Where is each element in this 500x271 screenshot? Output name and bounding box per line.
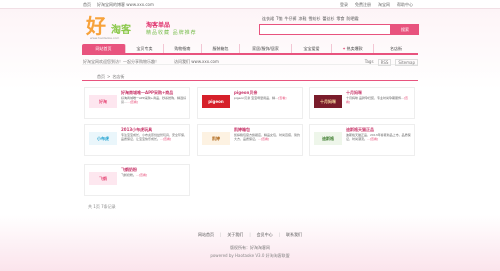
top-home-link[interactable]: 首页 <box>83 2 91 8</box>
nav-item-brand-street[interactable]: 名店街 <box>374 44 418 53</box>
footer-link-about[interactable]: 关于我们 <box>227 232 243 238</box>
nav-item-home-living[interactable]: 家居/服饰/居家 <box>240 44 292 53</box>
nav-item-products[interactable]: 宝贝专卖 <box>126 44 164 53</box>
shop-desc-text: 飞鹤奶粉。 <box>121 173 137 177</box>
shop-card[interactable]: 小布虎 2013小布虎玩具 专注宝宝成长，小布虎原创益智玩具，安全环保，品质保证… <box>84 124 190 156</box>
hot-keyword[interactable]: 连衣裙 <box>262 16 274 22</box>
notice-link[interactable]: 访问我们 www.xxx.com <box>174 59 219 65</box>
nav-item-hot-sale[interactable]: ✦热卖爆款 <box>332 44 374 53</box>
breadcrumb-separator: > <box>107 74 111 79</box>
shop-logo[interactable]: 迪斯格 <box>314 132 342 145</box>
hot-keyword[interactable]: 牛仔裤 <box>284 16 296 22</box>
search-bar: 搜索 <box>259 24 419 35</box>
top-link-help[interactable]: 帮助中心 <box>397 2 413 8</box>
main-nav: 网站首页 宝贝专卖 购物指南 服装箱包 家居/服饰/居家 宝宝爱爱 ✦热卖爆款 … <box>82 44 418 55</box>
logo-char: 好 <box>86 14 106 38</box>
hot-keyword[interactable]: 凉鞋 <box>298 16 306 22</box>
sitemap-button[interactable]: Sitemap <box>395 59 418 66</box>
shop-card[interactable]: 凯婷 凯婷箱包 凯婷箱包官方旗舰店，精品女包，时尚百搭，简约大方，品质保证。..… <box>197 124 303 156</box>
nav-item-baby[interactable]: 宝宝爱爱 <box>292 44 332 53</box>
shop-card[interactable]: 迪斯格 迪斯格天猫正品 迪斯格天猫正品，2013年春夏新品上市，品质保证，时尚潮… <box>309 124 415 156</box>
hot-icon: ✦ <box>342 46 346 51</box>
logo-url: www.haotaoke.com <box>90 36 120 40</box>
footer-separator: | <box>219 232 222 237</box>
shop-logo[interactable]: 飞鹤 <box>89 172 117 185</box>
shop-desc: 凯婷箱包官方旗舰店，精品女包，时尚百搭，简约大方，品质保证。...[查看] <box>234 133 300 150</box>
breadcrumb: 首页 > 名店街 <box>82 72 418 81</box>
hot-keyword[interactable]: 蕾丝衫 <box>322 16 334 22</box>
footer-link-contact[interactable]: 联系我们 <box>286 232 302 238</box>
shop-more-link[interactable]: ...[查看] <box>136 173 147 177</box>
shop-more-link[interactable]: ...[查看] <box>160 137 171 141</box>
nav-item-home[interactable]: 网站首页 <box>82 44 126 53</box>
notice-bar: 好淘宝网欢迎您到访！一起分享购物乐趣！ 访问我们 www.xxx.com Tag… <box>82 58 418 66</box>
footer-powered: powered by Haotaoke V3.0 好淘淘客联盟 <box>210 253 290 258</box>
search-input[interactable] <box>259 24 391 35</box>
footer-link-member[interactable]: 会员中心 <box>257 232 273 238</box>
notice-text: 好淘宝网欢迎您到访！一起分享购物乐趣！ <box>83 59 159 64</box>
breadcrumb-home[interactable]: 首页 <box>97 74 105 79</box>
nav-item-guide[interactable]: 购物指南 <box>164 44 202 53</box>
site-logo[interactable]: 好 淘客 淘客单品 精品收藏 品牌推荐 www.haotaoke.com <box>86 15 232 43</box>
shop-desc: pigeon贝亲 宝宝母婴用品，精...[查看] <box>234 96 300 113</box>
hot-keyword[interactable]: 防晒霜 <box>346 16 358 22</box>
shop-desc: 十月妈咪 品牌孕妇装，专业时尚孕期服饰...[查看] <box>346 96 412 113</box>
logo-brand: 淘客单品 <box>146 22 171 29</box>
top-link-taobao[interactable]: 淘宝网 <box>378 2 390 8</box>
shop-card[interactable]: 好淘 好淘商城唯一APP采购+商品 好淘商城唯一APP采购+商品，秒杀抢购，精选… <box>84 87 190 119</box>
nav-item-bags[interactable]: 服装箱包 <box>202 44 240 53</box>
top-link-register[interactable]: 免费注册 <box>355 2 371 8</box>
search-button[interactable]: 搜索 <box>391 24 419 35</box>
shop-desc: 迪斯格天猫正品，2013年春夏新品上市，品质保证，时尚潮流。...[查看] <box>346 133 412 150</box>
tags-link[interactable]: Tags <box>365 59 374 66</box>
hot-keyword[interactable]: 零食 <box>336 16 344 22</box>
logo-tao: 淘客 <box>111 25 131 36</box>
shop-more-link[interactable]: ...[查看] <box>367 137 378 141</box>
shop-desc-text: 十月妈咪 品牌孕妇装，专业时尚孕期服饰... <box>346 96 404 100</box>
top-link-login[interactable]: 登录 <box>340 2 348 8</box>
shop-desc-text: 迪斯格天猫正品，2013年春夏新品上市，品质保证，时尚潮流。 <box>346 133 411 141</box>
shop-desc-text: pigeon贝亲 宝宝母婴用品，精... <box>234 96 279 100</box>
top-slogan: 好淘宝网的博客 www.xxx.com <box>97 2 154 7</box>
logo-tagline: 精品收藏 品牌推荐 <box>146 30 197 36</box>
shop-logo[interactable]: 小布虎 <box>89 132 117 145</box>
shop-card[interactable]: pigeon pigeon贝亲 pigeon贝亲 宝宝母婴用品，精...[查看] <box>197 87 303 119</box>
shop-logo[interactable]: 十月妈咪 <box>314 95 342 108</box>
shop-more-link[interactable]: [查看] <box>278 96 286 100</box>
nav-item-label: 热卖爆款 <box>346 46 363 51</box>
shop-logo[interactable]: 好淘 <box>89 95 117 108</box>
shop-logo[interactable]: 凯婷 <box>202 132 230 145</box>
shop-more-link[interactable]: ...[查看] <box>127 100 138 104</box>
shop-logo[interactable]: pigeon <box>202 95 230 108</box>
footer-separator: | <box>278 232 281 237</box>
hot-keywords: 连衣裙 T恤 牛仔裤 凉鞋 雪纺衫 蕾丝衫 零食 防晒霜 <box>262 16 358 22</box>
shop-card[interactable]: 十月妈咪 十月妈咪 十月妈咪 品牌孕妇装，专业时尚孕期服饰...[查看] <box>309 87 415 119</box>
footer-copyright: 版权所有：好淘淘客网 <box>230 245 270 250</box>
shop-desc-text: 专注宝宝成长，小布虎原创益智玩具，安全环保，品质保证，让宝宝快乐成长。 <box>121 133 187 141</box>
hot-keyword[interactable]: T恤 <box>276 16 282 22</box>
shop-desc: 专注宝宝成长，小布虎原创益智玩具，安全环保，品质保证，让宝宝快乐成长。...[查… <box>121 133 187 150</box>
breadcrumb-current[interactable]: 名店街 <box>112 74 124 79</box>
shop-more-link[interactable]: ...[查看] <box>258 137 269 141</box>
footer-links: 网站首页 | 关于我们 | 会员中心 | 联系我们 <box>0 232 500 238</box>
hot-keyword[interactable]: 雪纺衫 <box>308 16 320 22</box>
footer-separator: | <box>249 232 251 237</box>
footer-link-home[interactable]: 网站首页 <box>198 232 214 238</box>
top-bar: 首页 好淘宝网的博客 www.xxx.com 登录 免费注册 淘宝网 帮助中心 <box>0 0 500 9</box>
rss-button[interactable]: RSS <box>377 59 392 66</box>
shop-card[interactable]: 飞鹤 飞鹤奶粉 飞鹤奶粉。...[查看] <box>84 164 190 196</box>
shop-desc: 飞鹤奶粉。...[查看] <box>121 173 187 190</box>
shop-desc: 好淘商城唯一APP采购+商品，秒杀抢购，精选好货......[查看] <box>121 96 187 113</box>
pagination-info: 共 1页 7条记录 <box>88 204 116 209</box>
notice-tools: Tags RSS Sitemap <box>365 59 418 66</box>
top-links: 登录 免费注册 淘宝网 帮助中心 <box>340 2 413 8</box>
